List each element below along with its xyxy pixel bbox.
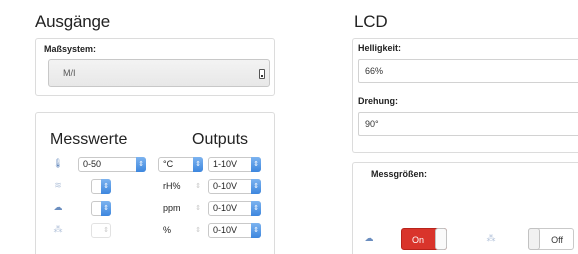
select-handle-icon (259, 69, 265, 79)
outputs-title: Ausgänge (35, 12, 110, 31)
chevron-updown-icon: ⇕ (101, 201, 111, 216)
unit-select-co2[interactable]: ppm ⇕ (158, 201, 203, 216)
toggle-knob (435, 228, 447, 250)
chevron-updown-icon: ⇕ (195, 227, 201, 234)
chevron-updown-icon: ⇕ (251, 157, 261, 172)
toggle-knob (528, 228, 540, 250)
voc-icon: ⁂ (53, 224, 63, 234)
chevron-updown-icon: ⇕ (193, 157, 203, 172)
output-value: 1-10V (213, 159, 238, 169)
rotation-label: Drehung: (358, 96, 398, 106)
range-value: 0-50 (83, 159, 102, 169)
display-values-label: Messgrößen: (371, 169, 428, 179)
thermometer-icon: 🌡 (52, 158, 64, 168)
brightness-label: Helligkeit: (358, 43, 402, 53)
measurements-panel: Messwerte Outputs 🌡 0-50 ⇕ °C ⇕ 1-10V ⇕ … (35, 112, 275, 254)
unit-select-voc[interactable]: % ⇕ (158, 223, 203, 238)
co2-icon: ☁ (364, 233, 374, 243)
humidity-icon: ≋ (54, 180, 62, 190)
output-select-co2[interactable]: 0-10V ⇕ (208, 201, 261, 216)
chevron-updown-icon: ⇕ (195, 205, 201, 212)
chevron-updown-icon: ⇕ (103, 227, 109, 234)
unit-value: rH% (163, 181, 181, 191)
unit-select-temperature[interactable]: °C ⇕ (158, 157, 203, 172)
display-values-panel: Messgrößen: ☁ On ⁂ Off (352, 162, 578, 254)
output-select-humidity[interactable]: 0-10V ⇕ (208, 179, 261, 194)
display-toggle-co2[interactable]: On (401, 228, 447, 250)
unit-value: °C (163, 159, 174, 169)
toggle-label: Off (551, 235, 563, 245)
chevron-updown-icon: ⇕ (251, 223, 261, 238)
unit-system-panel: Maßsystem: M/I (35, 38, 275, 96)
lcd-title: LCD (354, 12, 388, 31)
outputs-heading: Outputs (192, 131, 249, 148)
range-select-co2[interactable]: ⇕ (91, 201, 111, 216)
chevron-updown-icon: ⇕ (251, 179, 261, 194)
output-select-temperature[interactable]: 1-10V ⇕ (208, 157, 261, 172)
output-value: 0-10V (213, 203, 238, 213)
range-select-voc[interactable]: ⇕ (91, 223, 111, 238)
rotation-input[interactable]: 90° (358, 112, 578, 136)
range-select-temperature[interactable]: 0-50 ⇕ (78, 157, 146, 172)
output-select-voc[interactable]: 0-10V ⇕ (208, 223, 261, 238)
co2-icon: ☁ (53, 202, 63, 212)
range-select-humidity[interactable]: ⇕ (91, 179, 111, 194)
unit-value: % (163, 225, 172, 235)
measurements-heading: Messwerte (50, 131, 128, 148)
display-toggle-voc[interactable]: Off (528, 228, 574, 250)
chevron-updown-icon: ⇕ (195, 183, 201, 190)
voc-icon: ⁂ (486, 233, 496, 243)
unit-system-label: Maßsystem: (44, 44, 97, 54)
output-value: 0-10V (213, 181, 238, 191)
lcd-settings-panel: Helligkeit: 66% Drehung: 90° (352, 38, 578, 153)
toggle-label: On (412, 235, 425, 245)
unit-value: ppm (163, 203, 181, 213)
chevron-updown-icon: ⇕ (251, 201, 261, 216)
unit-system-value: M/I (63, 68, 76, 78)
output-value: 0-10V (213, 225, 238, 235)
brightness-input[interactable]: 66% (358, 59, 578, 83)
unit-select-humidity[interactable]: rH% ⇕ (158, 179, 203, 194)
unit-system-select[interactable]: M/I (48, 59, 270, 87)
chevron-updown-icon: ⇕ (136, 157, 146, 172)
chevron-updown-icon: ⇕ (101, 179, 111, 194)
